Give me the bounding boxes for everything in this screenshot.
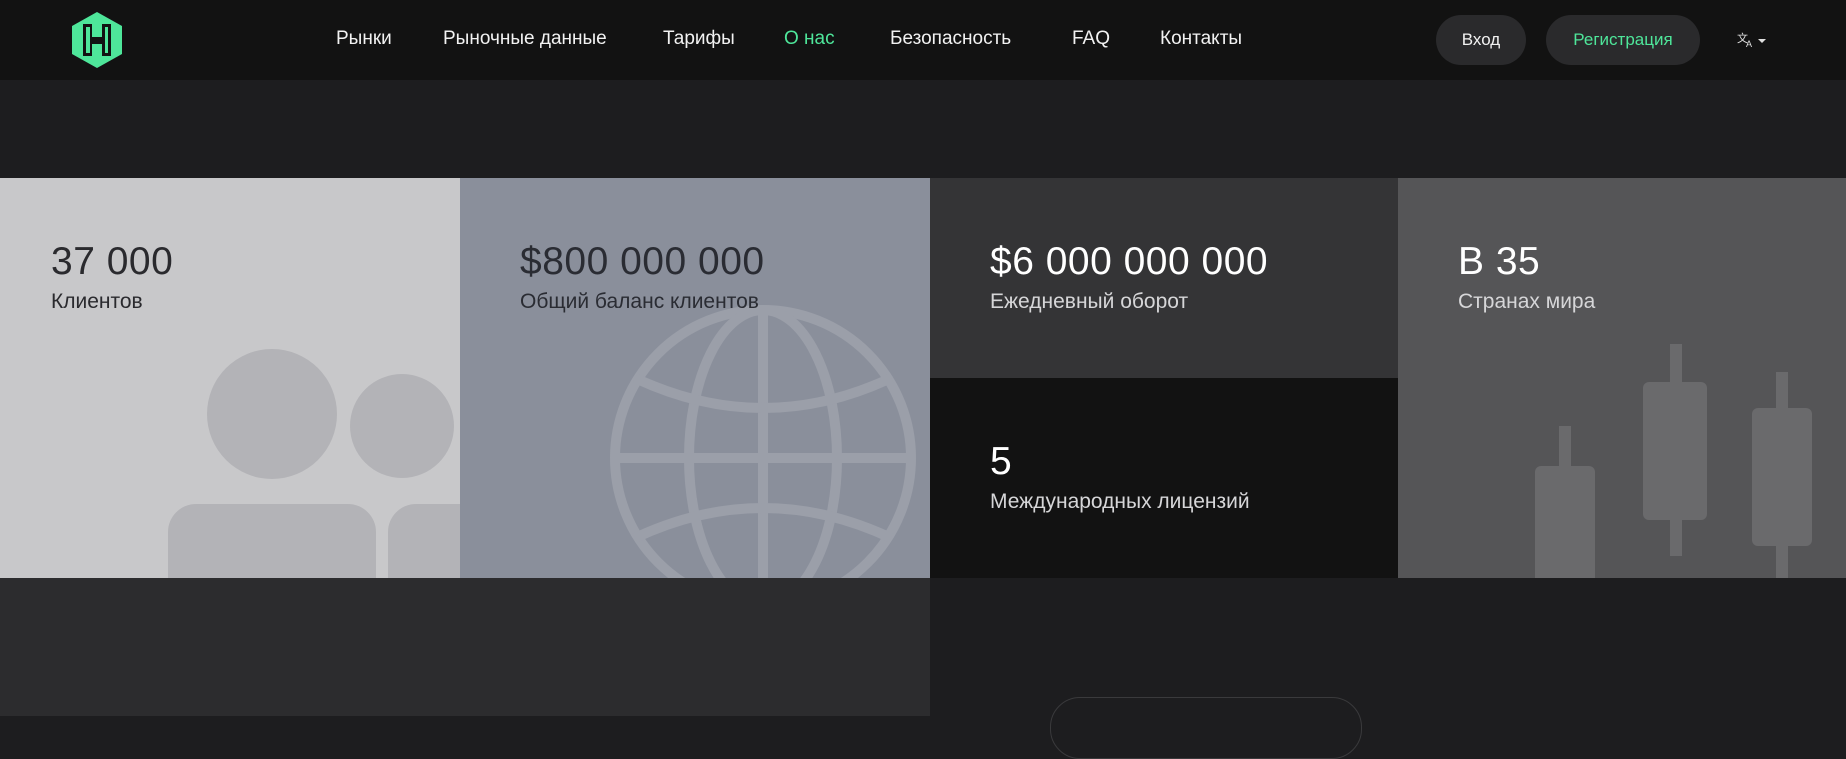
stat-value: В 35 [1458, 240, 1541, 283]
globe-icon [610, 305, 916, 578]
bottom-right-section [930, 578, 1846, 716]
nav-item-market-data[interactable]: Рыночные данные [443, 28, 607, 50]
stat-tile-turnover: $6 000 000 000 Ежедневный оборот [930, 178, 1398, 378]
bottom-left-section [0, 578, 930, 716]
stat-value: $6 000 000 000 [990, 240, 1269, 283]
nav-item-faq[interactable]: FAQ [1072, 28, 1110, 50]
stat-tile-licenses: 5 Международных лицензий [930, 378, 1398, 578]
login-button[interactable]: Вход [1436, 15, 1526, 65]
candlestick-icon [1535, 344, 1812, 578]
svg-text:A: A [1746, 39, 1752, 49]
language-selector-icon[interactable]: 文 A [1736, 28, 1770, 52]
stat-value: $800 000 000 [520, 240, 765, 283]
nav-item-security[interactable]: Безопасность [890, 28, 1011, 50]
nav-item-contacts[interactable]: Контакты [1160, 28, 1242, 50]
people-icon [168, 349, 460, 578]
nav-item-tariffs[interactable]: Тарифы [663, 28, 735, 50]
nav-item-about[interactable]: О нас [784, 28, 835, 50]
stat-label: Странах мира [1458, 290, 1596, 313]
stat-value: 37 000 [51, 240, 174, 283]
outline-pill-button[interactable] [1050, 697, 1362, 759]
stat-value: 5 [990, 440, 1013, 483]
top-header: Рынки Рыночные данные Тарифы О нас Безоп… [0, 0, 1846, 80]
stat-tile-clients: 37 000 Клиентов [0, 178, 460, 578]
stat-label: Клиентов [51, 290, 143, 313]
stat-tile-balance: $800 000 000 Общий баланс клиентов [460, 178, 930, 578]
stat-label: Общий баланс клиентов [520, 290, 759, 313]
stat-label: Ежедневный оборот [990, 290, 1189, 313]
nav-item-markets[interactable]: Рынки [336, 28, 392, 50]
stat-label: Международных лицензий [990, 490, 1250, 513]
register-button[interactable]: Регистрация [1546, 15, 1700, 65]
stat-tile-countries: В 35 Странах мира [1398, 178, 1846, 578]
